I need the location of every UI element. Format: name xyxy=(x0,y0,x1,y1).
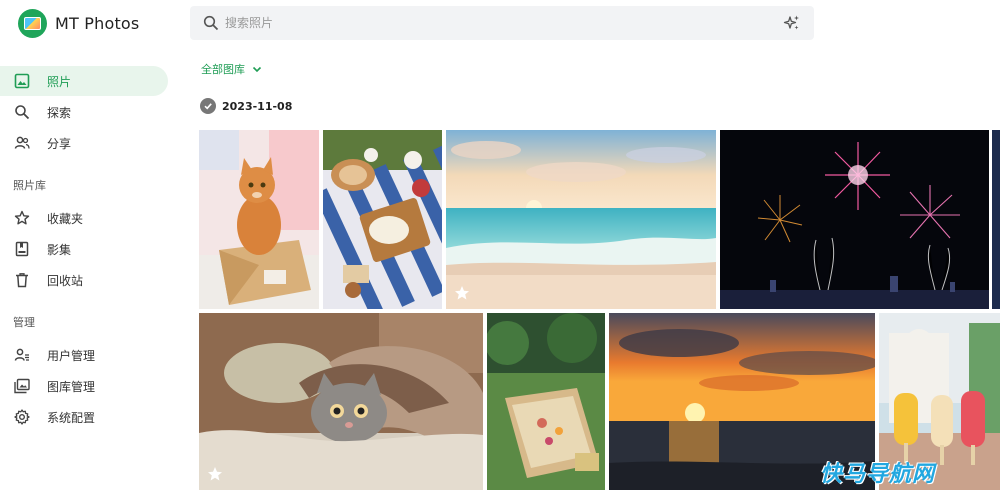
search-icon xyxy=(203,15,219,31)
sidebar-item-explore[interactable]: 探索 xyxy=(0,97,168,127)
sidebar-item-share[interactable]: 分享 xyxy=(0,128,168,158)
sidebar-item-label: 分享 xyxy=(47,136,72,151)
favorite-star-icon[interactable] xyxy=(207,466,223,482)
gallery-filter-label: 全部图库 xyxy=(201,63,245,76)
gear-icon xyxy=(13,408,31,426)
sidebar: MT Photos 照片 探索 分享 照片库 收藏夹 影集 回收站 管理 用户管… xyxy=(0,0,185,493)
photo-thumbnail-picnic-blanket[interactable] xyxy=(323,130,442,309)
sidebar-item-label: 回收站 xyxy=(47,273,84,288)
date-label: 2023-11-08 xyxy=(222,99,293,113)
app-name: MT Photos xyxy=(55,13,140,33)
app-logo-icon xyxy=(18,8,47,38)
photo-icon xyxy=(13,72,31,90)
user-manage-icon xyxy=(13,346,31,364)
chevron-down-icon xyxy=(252,66,262,73)
sidebar-item-gallery-management[interactable]: 图库管理 xyxy=(0,371,168,401)
section-title-manage: 管理 xyxy=(13,316,35,329)
photo-thumbnail-beach-sunset[interactable] xyxy=(446,130,716,309)
sidebar-item-albums[interactable]: 影集 xyxy=(0,234,168,264)
search-icon xyxy=(13,103,31,121)
sidebar-item-label: 收藏夹 xyxy=(47,211,84,226)
sidebar-item-user-management[interactable]: 用户管理 xyxy=(0,340,168,370)
photo-thumbnail-partial[interactable] xyxy=(992,130,1000,309)
gallery-icon xyxy=(13,377,31,395)
sidebar-item-trash[interactable]: 回收站 xyxy=(0,265,168,295)
people-icon xyxy=(13,134,31,152)
brand[interactable]: MT Photos xyxy=(18,8,139,38)
ai-sparkle-icon[interactable] xyxy=(783,14,801,32)
star-icon xyxy=(13,209,31,227)
gallery-filter-dropdown[interactable]: 全部图库 xyxy=(201,61,263,77)
trash-icon xyxy=(13,271,31,289)
sidebar-item-label: 探索 xyxy=(47,105,72,120)
sidebar-item-favorites[interactable]: 收藏夹 xyxy=(0,203,168,233)
favorite-star-icon[interactable] xyxy=(454,285,470,301)
section-title-library: 照片库 xyxy=(13,179,46,192)
sidebar-item-label: 系统配置 xyxy=(47,410,96,425)
sidebar-item-label: 照片 xyxy=(47,74,72,89)
photo-thumbnail-cat-under-blanket[interactable] xyxy=(199,313,483,490)
select-group-check-icon[interactable] xyxy=(200,98,216,114)
sidebar-item-label: 用户管理 xyxy=(47,348,96,363)
search-input[interactable] xyxy=(225,16,765,30)
sidebar-item-system-settings[interactable]: 系统配置 xyxy=(0,402,168,432)
photo-thumbnail-fireworks[interactable] xyxy=(720,130,989,309)
album-icon xyxy=(13,240,31,258)
photo-thumbnail-cat-in-box[interactable] xyxy=(199,130,319,309)
watermark-text: 快马导航网 xyxy=(820,462,936,487)
sidebar-item-photos[interactable]: 照片 xyxy=(0,66,168,96)
photo-thumbnail-garden-picnic[interactable] xyxy=(487,313,605,490)
search-bar[interactable] xyxy=(190,6,814,40)
sidebar-item-label: 影集 xyxy=(47,242,72,257)
date-group-header: 2023-11-08 xyxy=(200,98,292,114)
sidebar-item-label: 图库管理 xyxy=(47,379,96,394)
